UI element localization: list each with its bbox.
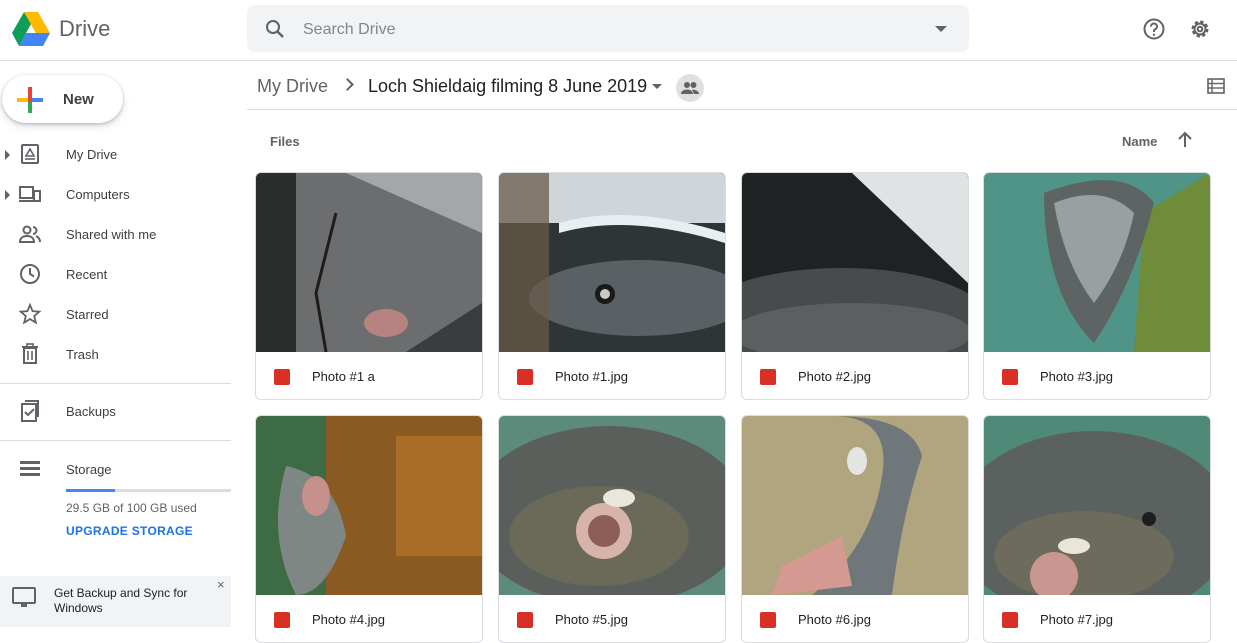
sidebar-item-label: Storage xyxy=(66,462,112,477)
photo-thumbnail xyxy=(256,416,482,595)
shared-folder-icon[interactable] xyxy=(676,74,704,102)
photo-thumbnail xyxy=(499,173,725,352)
file-card[interactable]: Photo #1.jpg xyxy=(498,172,726,400)
file-name: Photo #7.jpg xyxy=(1040,612,1114,627)
photo-thumbnail xyxy=(742,173,968,352)
upgrade-storage-link[interactable]: UPGRADE STORAGE xyxy=(66,524,193,538)
file-card[interactable]: Photo #3.jpg xyxy=(983,172,1211,400)
photo-thumbnail xyxy=(499,416,725,595)
photo-thumbnail xyxy=(742,416,968,595)
trash-icon xyxy=(22,343,38,364)
image-file-icon xyxy=(1002,612,1018,628)
backups-icon xyxy=(21,400,39,422)
list-view-icon[interactable] xyxy=(1207,78,1225,94)
image-file-icon xyxy=(517,369,533,385)
search-bar[interactable]: Search Drive xyxy=(247,5,969,52)
backup-sync-promo[interactable]: Get Backup and Sync for Windows × xyxy=(0,576,231,627)
sidebar-item-label: Computers xyxy=(66,187,130,202)
file-name: Photo #6.jpg xyxy=(798,612,872,627)
storage-usage-fill xyxy=(66,489,115,492)
star-icon xyxy=(19,303,41,325)
sort-by-name-button[interactable]: Name xyxy=(1122,134,1157,149)
image-file-icon xyxy=(760,612,776,628)
file-card[interactable]: Photo #7.jpg xyxy=(983,415,1211,643)
storage-icon xyxy=(20,461,40,476)
app-name[interactable]: Drive xyxy=(59,16,110,42)
top-bar: Drive Search Drive xyxy=(0,0,1237,61)
sidebar-item-backups[interactable]: Backups xyxy=(0,392,230,432)
file-name: Photo #5.jpg xyxy=(555,612,629,627)
files-section-label: Files xyxy=(270,134,300,149)
settings-gear-icon[interactable] xyxy=(1188,17,1212,41)
new-button-label: New xyxy=(63,91,94,108)
file-name: Photo #3.jpg xyxy=(1040,369,1114,384)
sidebar-item-recent[interactable]: Recent xyxy=(0,255,230,295)
file-card[interactable]: Photo #4.jpg xyxy=(255,415,483,643)
image-file-icon xyxy=(274,369,290,385)
sort-ascending-arrow-icon[interactable] xyxy=(1177,131,1193,149)
close-icon[interactable]: × xyxy=(217,577,225,592)
breadcrumb: My Drive Loch Shieldaig filming 8 June 2… xyxy=(247,62,1237,110)
search-input[interactable]: Search Drive xyxy=(303,21,395,39)
computers-icon xyxy=(19,186,41,202)
file-name: Photo #4.jpg xyxy=(312,612,386,627)
folder-menu-dropdown-icon[interactable] xyxy=(652,84,662,89)
sidebar-item-label: My Drive xyxy=(66,147,118,162)
image-file-icon xyxy=(517,612,533,628)
sidebar-item-shared-with-me[interactable]: Shared with me xyxy=(0,215,230,255)
file-card[interactable]: Photo #5.jpg xyxy=(498,415,726,643)
sidebar-divider xyxy=(0,440,231,441)
image-file-icon xyxy=(274,612,290,628)
photo-thumbnail xyxy=(984,416,1210,595)
sidebar-item-label: Trash xyxy=(66,347,99,362)
storage-usage-bar xyxy=(66,489,231,492)
sidebar-item-trash[interactable]: Trash xyxy=(0,335,230,375)
image-file-icon xyxy=(1002,369,1018,385)
monitor-icon xyxy=(12,587,36,607)
sidebar-item-computers[interactable]: Computers xyxy=(0,175,230,215)
sidebar-item-storage[interactable]: Storage xyxy=(0,450,230,490)
shared-with-me-icon xyxy=(19,225,41,243)
storage-used-text: 29.5 GB of 100 GB used xyxy=(66,501,197,515)
clock-icon xyxy=(20,264,40,284)
search-icon[interactable] xyxy=(263,17,287,41)
photo-thumbnail xyxy=(984,173,1210,352)
sidebar-item-label: Starred xyxy=(66,307,109,322)
sidebar-item-my-drive[interactable]: My Drive xyxy=(0,135,230,175)
search-options-icon[interactable] xyxy=(935,26,947,32)
sidebar-item-label: Shared with me xyxy=(66,227,157,242)
file-card[interactable]: Photo #1 a xyxy=(255,172,483,400)
new-button[interactable]: New xyxy=(2,75,123,123)
file-name: Photo #2.jpg xyxy=(798,369,872,384)
chevron-right-icon xyxy=(341,78,354,91)
expand-caret-icon[interactable] xyxy=(5,190,10,200)
sidebar-item-label: Recent xyxy=(66,267,108,282)
sidebar-item-starred[interactable]: Starred xyxy=(0,295,230,335)
plus-icon xyxy=(17,87,43,113)
file-name: Photo #1.jpg xyxy=(555,369,629,384)
image-file-icon xyxy=(760,369,776,385)
sidebar-divider xyxy=(0,383,231,384)
sidebar-item-label: Backups xyxy=(66,404,116,419)
promo-text: Get Backup and Sync for Windows xyxy=(54,586,188,615)
file-card[interactable]: Photo #6.jpg xyxy=(741,415,969,643)
file-card[interactable]: Photo #2.jpg xyxy=(741,172,969,400)
my-drive-icon xyxy=(21,144,39,164)
breadcrumb-current-folder[interactable]: Loch Shieldaig filming 8 June 2019 xyxy=(368,76,647,97)
breadcrumb-my-drive[interactable]: My Drive xyxy=(257,76,328,97)
file-name: Photo #1 a xyxy=(312,369,375,384)
help-icon[interactable] xyxy=(1142,17,1166,41)
drive-logo-icon[interactable] xyxy=(12,12,50,46)
expand-caret-icon[interactable] xyxy=(5,150,10,160)
photo-thumbnail xyxy=(256,173,482,352)
